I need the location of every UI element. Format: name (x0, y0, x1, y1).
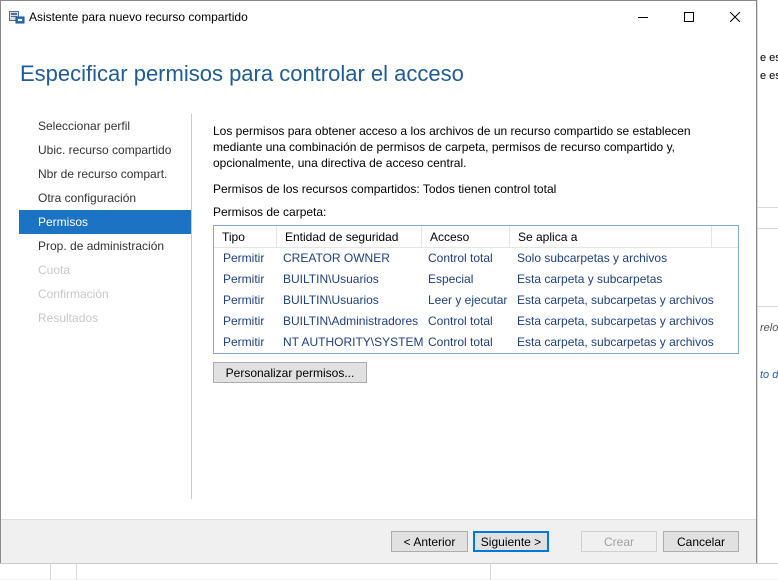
cell-tipo: Permitir (223, 251, 265, 265)
column-header-aplica[interactable]: Se aplica a (510, 226, 712, 248)
cell-tipo: Permitir (223, 314, 265, 328)
column-header-acceso[interactable]: Acceso (422, 226, 510, 248)
close-button[interactable] (712, 1, 758, 35)
cancel-button[interactable]: Cancelar (663, 531, 739, 552)
table-row[interactable]: Permitir BUILTIN\Usuarios Especial Esta … (214, 269, 738, 290)
header-band: Especificar permisos para controlar el a… (1, 35, 756, 110)
folder-permissions-label: Permisos de carpeta: (213, 205, 327, 219)
nav-step-nombre[interactable]: Nbr de recurso compart. (19, 162, 191, 186)
cell-aplica: Esta carpeta, subcarpetas y archivos (517, 293, 714, 307)
wizard-steps-nav: Seleccionar perfil Ubic. recurso compart… (19, 114, 191, 330)
background-link[interactable]: to de (760, 369, 778, 381)
create-button: Crear (581, 531, 657, 552)
nav-step-cuota: Cuota (38, 263, 71, 277)
share-permissions-text: Permisos de los recursos compartidos: To… (213, 182, 557, 196)
cell-entidad: BUILTIN\Usuarios (283, 293, 379, 307)
background-text: e esp (760, 70, 778, 82)
customize-permissions-button[interactable]: Personalizar permisos... (213, 362, 367, 383)
content-area: Los permisos para obtener acceso a los a… (213, 123, 743, 171)
background-bottom (0, 563, 778, 580)
background-divider (757, 306, 778, 307)
background-divider (757, 207, 778, 208)
nav-step-seleccionar-perfil[interactable]: Seleccionar perfil (19, 114, 191, 138)
column-header-entidad[interactable]: Entidad de seguridad (277, 226, 422, 248)
nav-step-otra-configuracion[interactable]: Otra configuración (19, 186, 191, 210)
cell-tipo: Permitir (223, 293, 265, 307)
cell-entidad: BUILTIN\Usuarios (283, 272, 379, 286)
background-right-panel (757, 0, 778, 579)
next-button[interactable]: Siguiente > (473, 531, 549, 552)
background-text: e esp (760, 52, 778, 64)
cell-aplica: Solo subcarpetas y archivos (517, 251, 668, 265)
cell-acceso: Control total (428, 251, 493, 265)
nav-step-ubicacion[interactable]: Ubic. recurso compartido (19, 138, 191, 162)
shared-folder-icon (9, 10, 25, 24)
permissions-table[interactable]: Tipo Entidad de seguridad Acceso Se apli… (213, 225, 739, 354)
cell-tipo: Permitir (223, 272, 265, 286)
cell-acceso: Control total (428, 314, 493, 328)
minimize-icon (638, 11, 648, 25)
background-divider (50, 564, 51, 580)
cell-entidad: CREATOR OWNER (283, 251, 390, 265)
table-row[interactable]: Permitir BUILTIN\Administradores Control… (214, 311, 738, 332)
table-row[interactable]: Permitir BUILTIN\Usuarios Leer y ejecuta… (214, 290, 738, 311)
cell-entidad: BUILTIN\Administradores (283, 314, 419, 328)
maximize-button[interactable] (666, 1, 712, 35)
window-title: Asistente para nuevo recurso compartido (29, 10, 248, 24)
table-row[interactable]: Permitir NT AUTHORITY\SYSTEM Control tot… (214, 332, 738, 353)
background-text: relo (760, 322, 778, 334)
cell-acceso: Leer y ejecutar (428, 293, 508, 307)
page-title: Especificar permisos para controlar el a… (20, 61, 464, 86)
nav-step-permisos[interactable]: Permisos (19, 210, 191, 234)
cell-aplica: Esta carpeta, subcarpetas y archivos (517, 335, 714, 349)
permissions-description: Los permisos para obtener acceso a los a… (213, 124, 691, 170)
cell-aplica: Esta carpeta, subcarpetas y archivos (517, 314, 714, 328)
footer-bar: < Anterior Siguiente > Crear Cancelar (1, 519, 756, 563)
background-divider (757, 228, 778, 229)
minimize-button[interactable] (620, 1, 666, 35)
maximize-icon (684, 11, 694, 25)
table-header: Tipo Entidad de seguridad Acceso Se apli… (214, 226, 738, 248)
nav-step-resultados: Resultados (38, 311, 99, 325)
cell-aplica: Esta carpeta y subcarpetas (517, 272, 663, 286)
background-divider (76, 564, 77, 580)
column-header-tipo[interactable]: Tipo (214, 226, 277, 248)
cell-tipo: Permitir (223, 335, 265, 349)
close-icon (729, 11, 741, 25)
nav-step-confirmacion: Confirmación (38, 287, 109, 301)
nav-step-administracion[interactable]: Prop. de administración (19, 234, 191, 258)
wizard-dialog: Asistente para nuevo recurso compartido … (0, 0, 757, 563)
cell-acceso: Especial (428, 272, 474, 286)
table-row[interactable]: Permitir CREATOR OWNER Control total Sol… (214, 248, 738, 269)
background-divider (490, 564, 491, 580)
back-button[interactable]: < Anterior (391, 531, 468, 552)
title-bar[interactable]: Asistente para nuevo recurso compartido (1, 1, 756, 35)
cell-entidad: NT AUTHORITY\SYSTEM (283, 335, 424, 349)
nav-divider (191, 114, 192, 499)
cell-acceso: Control total (428, 335, 493, 349)
